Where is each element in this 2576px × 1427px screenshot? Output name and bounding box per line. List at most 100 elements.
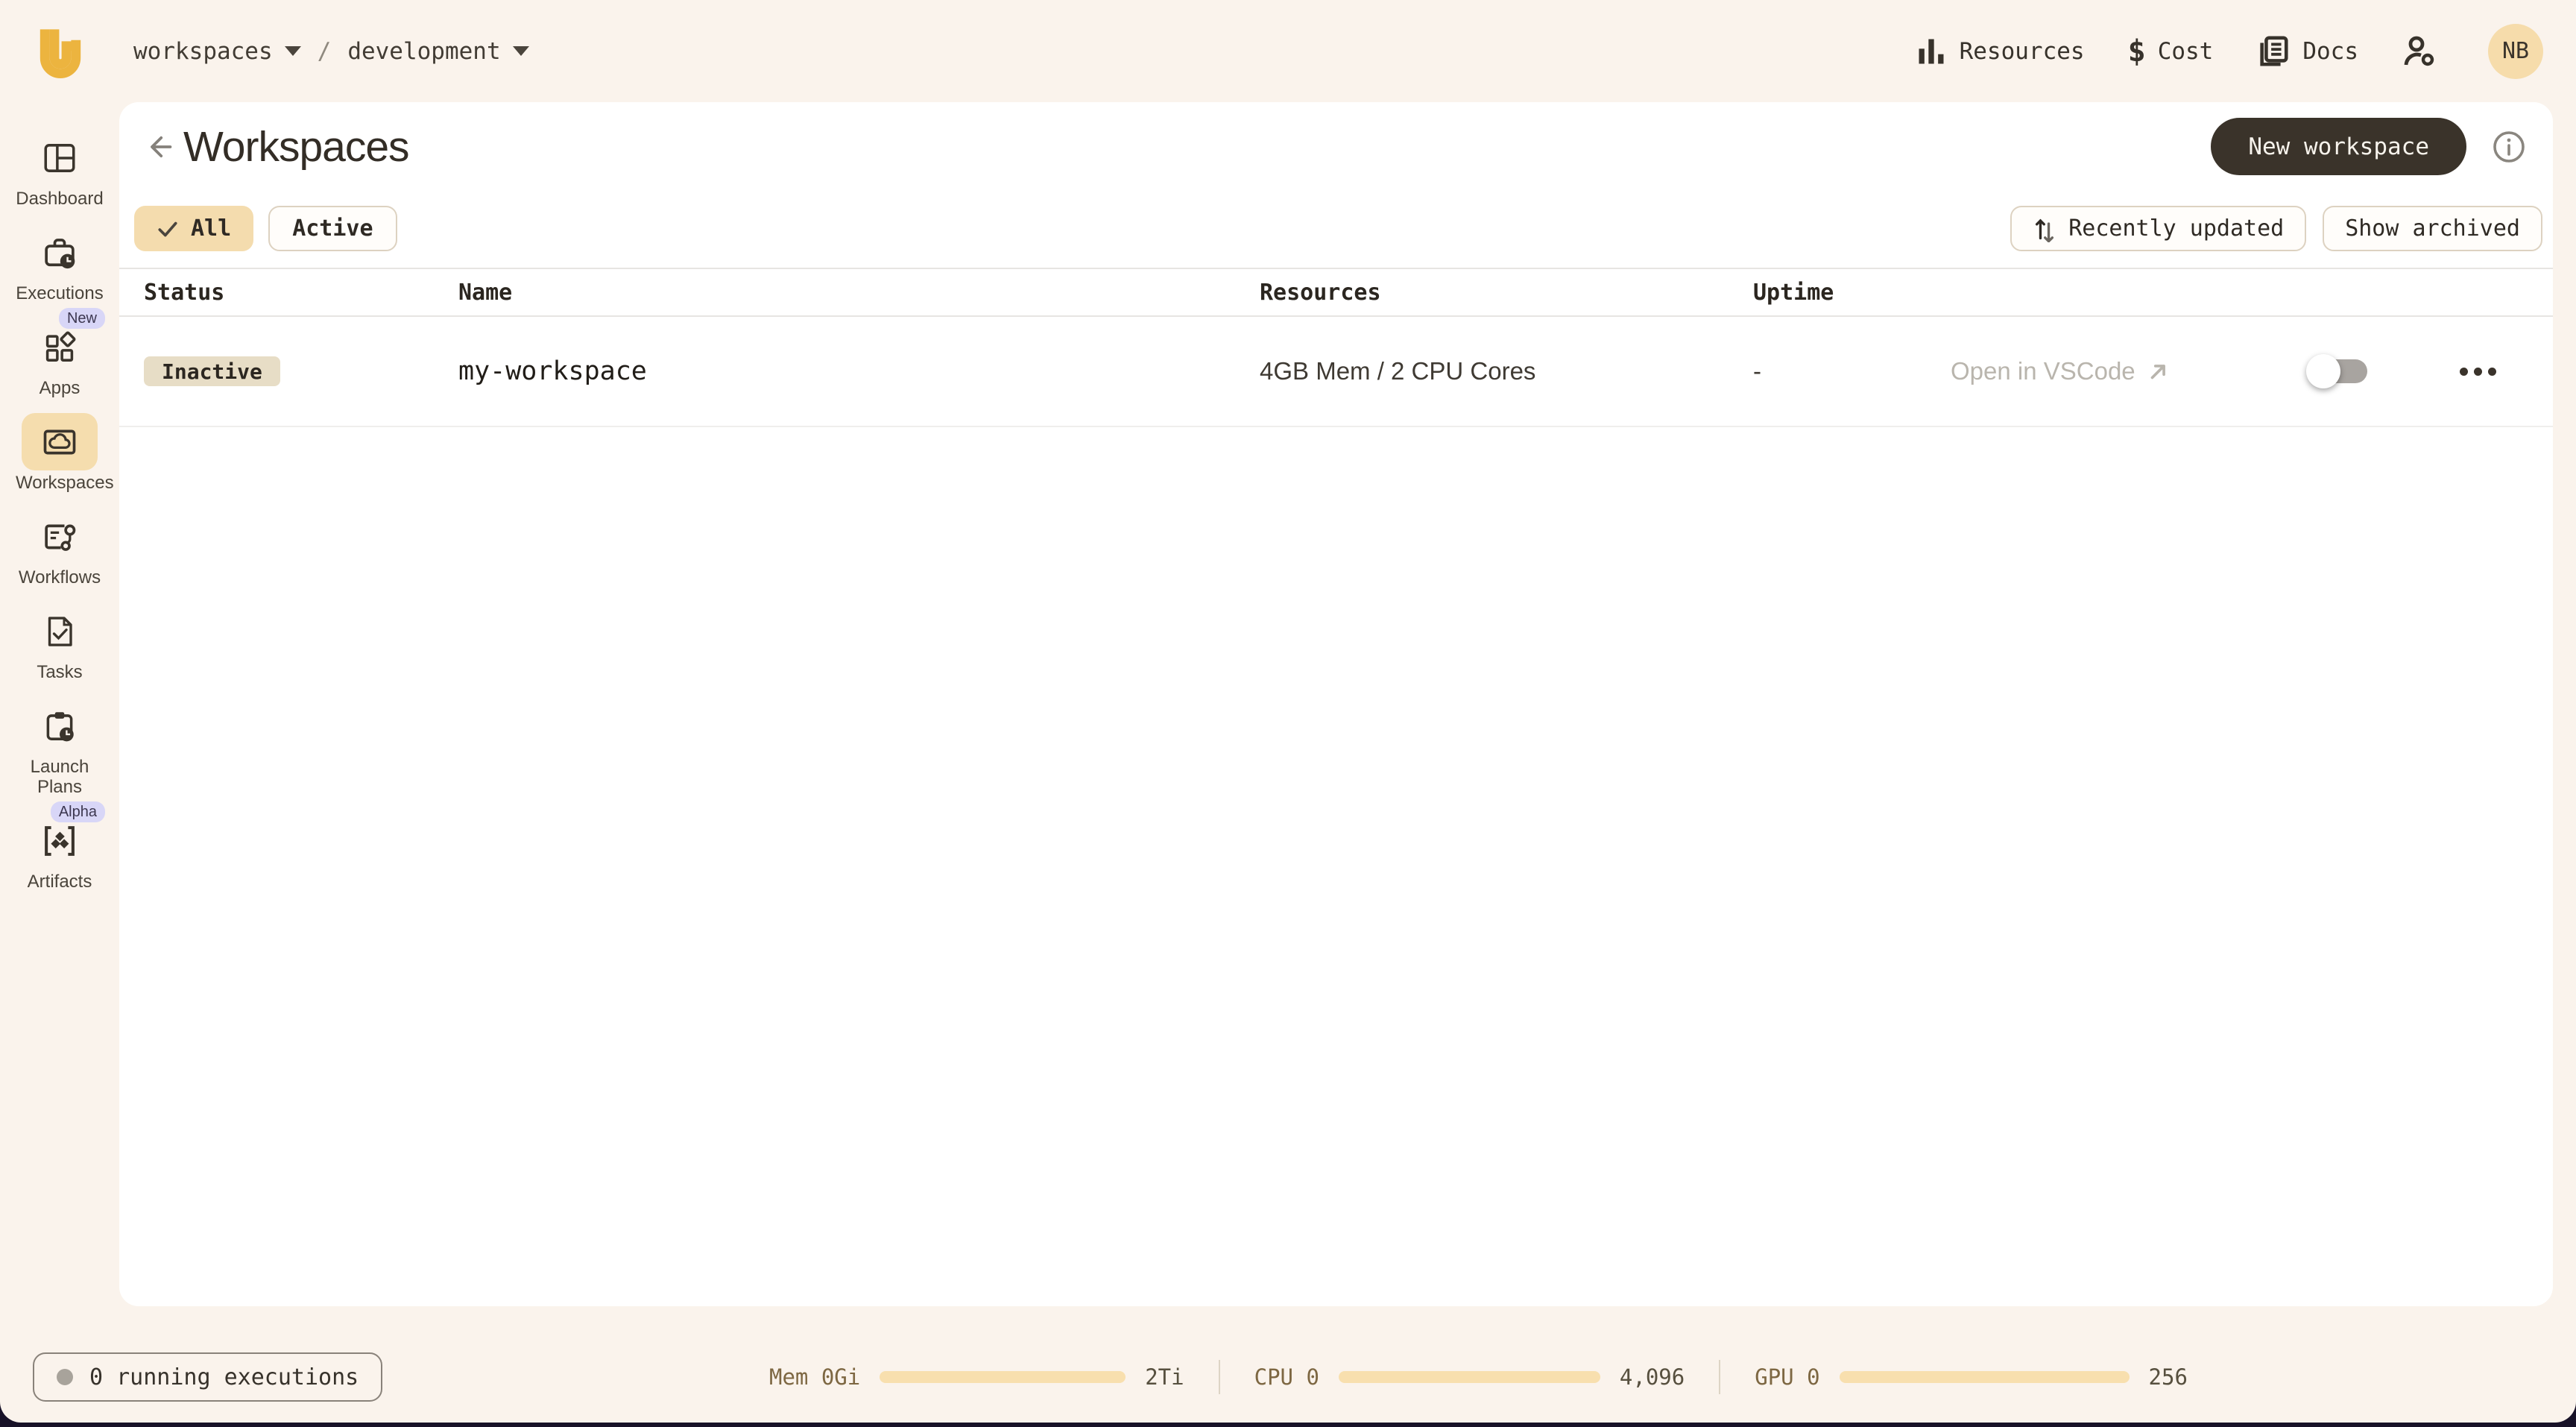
info-button[interactable] (2492, 130, 2526, 164)
user-gear-icon (2402, 34, 2437, 69)
sort-button[interactable]: Recently updated (2010, 206, 2306, 251)
sidebar-item-label: Executions (16, 283, 103, 303)
cpu-meter-max: 4,096 (1620, 1364, 1685, 1390)
sidebar-item-launch-plans[interactable]: Launch Plans (16, 697, 104, 797)
dollar-icon: $ (2128, 34, 2146, 69)
sidebar-item-workspaces[interactable]: Workspaces (16, 413, 104, 493)
tasks-icon (42, 614, 78, 649)
info-icon (2492, 130, 2526, 164)
workspace-power-toggle[interactable] (2311, 359, 2367, 383)
bar-chart-icon (1915, 35, 1948, 68)
nav-cost-label: Cost (2158, 38, 2214, 65)
sidebar-item-workflows[interactable]: Workflows (19, 508, 101, 588)
mem-meter-bar (880, 1371, 1126, 1383)
sidebar-item-artifacts[interactable]: Alpha Artifacts (22, 812, 98, 892)
breadcrumb: workspaces / development (133, 38, 529, 65)
show-archived-button[interactable]: Show archived (2323, 206, 2542, 251)
meter-divider (1219, 1360, 1220, 1394)
gpu-meter-label: GPU 0 (1755, 1364, 1819, 1390)
sidebar-item-label: Launch Plans (16, 757, 104, 797)
gpu-meter-bar (1840, 1371, 2130, 1383)
toggle-knob (2306, 354, 2340, 388)
new-workspace-button[interactable]: New workspace (2211, 118, 2466, 175)
top-bar: workspaces / development Resources $ Cos (0, 0, 2576, 102)
breadcrumb-org-label: workspaces (133, 38, 273, 65)
back-button[interactable] (142, 129, 177, 165)
nav-docs-label: Docs (2302, 38, 2358, 65)
open-in-vscode-label: Open in VSCode (1951, 357, 2135, 385)
new-badge: New (59, 308, 105, 329)
app-window: workspaces / development Resources $ Cos (0, 0, 2576, 1423)
sort-button-label: Recently updated (2068, 215, 2284, 242)
avatar[interactable]: NB (2488, 24, 2543, 79)
nav-resources[interactable]: Resources (1915, 35, 2085, 68)
running-executions-button[interactable]: 0 running executions (33, 1352, 382, 1402)
breadcrumb-org[interactable]: workspaces (133, 38, 301, 65)
cpu-meter-label: CPU 0 (1254, 1364, 1319, 1390)
cpu-meter-bar (1339, 1371, 1600, 1383)
sidebar-item-dashboard[interactable]: Dashboard (16, 129, 103, 209)
filter-row: All Active Recently updated Show archive… (134, 206, 2542, 251)
table-header: Status Name Resources Uptime (119, 268, 2553, 317)
sidebar-item-executions[interactable]: Executions (16, 224, 103, 303)
page-header: Workspaces New workspace (142, 118, 2526, 175)
executions-status-dot (57, 1369, 73, 1385)
breadcrumb-project-label: development (347, 38, 500, 65)
main-panel: Workspaces New workspace All Active (119, 102, 2553, 1306)
workspace-uptime: - (1753, 357, 1951, 385)
executions-icon (40, 233, 79, 272)
sidebar-item-label: Dashboard (16, 189, 103, 209)
resource-meters: Mem 0Gi 2Ti CPU 0 4,096 GPU 0 256 (769, 1358, 2188, 1396)
docs-icon (2256, 34, 2291, 69)
nav-resources-label: Resources (1960, 38, 2085, 65)
sidebar-item-label: Apps (40, 378, 80, 398)
sort-group: Recently updated Show archived (2010, 206, 2542, 251)
alpha-badge: Alpha (51, 801, 105, 822)
user-settings-button[interactable] (2402, 34, 2437, 69)
artifacts-icon (40, 822, 79, 860)
workspace-name: my-workspace (458, 356, 1260, 386)
sort-arrows-icon (2033, 215, 2056, 242)
show-archived-label: Show archived (2345, 215, 2520, 242)
status-badge: Inactive (144, 356, 280, 386)
arrow-left-icon (145, 132, 174, 162)
dashboard-icon (41, 139, 78, 177)
top-nav: Resources $ Cost Docs (1915, 24, 2543, 79)
table-row[interactable]: Inactive my-workspace 4GB Mem / 2 CPU Co… (119, 317, 2553, 427)
workspace-resources: 4GB Mem / 2 CPU Cores (1260, 357, 1753, 385)
filter-active-label: Active (292, 215, 373, 242)
breadcrumb-project[interactable]: development (347, 38, 528, 65)
gpu-meter-max: 256 (2149, 1364, 2188, 1390)
page-title: Workspaces (183, 122, 409, 171)
external-link-arrow-icon (2146, 359, 2171, 384)
col-status: Status (144, 280, 458, 306)
sidebar-item-tasks[interactable]: Tasks (22, 602, 98, 682)
open-in-vscode-link[interactable]: Open in VSCode (1951, 357, 2171, 385)
breadcrumb-separator: / (318, 38, 332, 65)
filter-all[interactable]: All (134, 206, 253, 251)
apps-icon (41, 329, 78, 366)
sidebar-item-label: Workspaces (16, 473, 104, 493)
union-logo[interactable] (37, 25, 84, 78)
status-bar: 0 running executions Mem 0Gi 2Ti CPU 0 4… (0, 1306, 2576, 1423)
nav-docs[interactable]: Docs (2256, 34, 2358, 69)
check-icon (157, 218, 179, 240)
meter-divider (1719, 1360, 1720, 1394)
mem-meter-label: Mem 0Gi (769, 1364, 860, 1390)
col-name: Name (458, 280, 1260, 306)
sidebar-item-label: Tasks (37, 662, 82, 682)
launch-plans-icon (41, 708, 78, 745)
running-executions-label: 0 running executions (89, 1364, 359, 1390)
filter-all-label: All (191, 215, 231, 242)
sidebar-item-label: Artifacts (28, 872, 92, 892)
col-uptime: Uptime (1753, 280, 1951, 306)
row-menu-button[interactable] (2460, 368, 2496, 376)
chevron-down-icon (513, 46, 529, 56)
workspaces-icon (40, 423, 79, 462)
sidebar-item-apps[interactable]: New Apps (22, 318, 98, 398)
sidebar-item-label: Workflows (19, 567, 101, 588)
workspaces-table: Status Name Resources Uptime Inactive my… (119, 268, 2553, 427)
sidebar: Dashboard Executions New Apps (0, 102, 119, 907)
nav-cost[interactable]: $ Cost (2128, 34, 2214, 69)
filter-active[interactable]: Active (268, 206, 397, 251)
